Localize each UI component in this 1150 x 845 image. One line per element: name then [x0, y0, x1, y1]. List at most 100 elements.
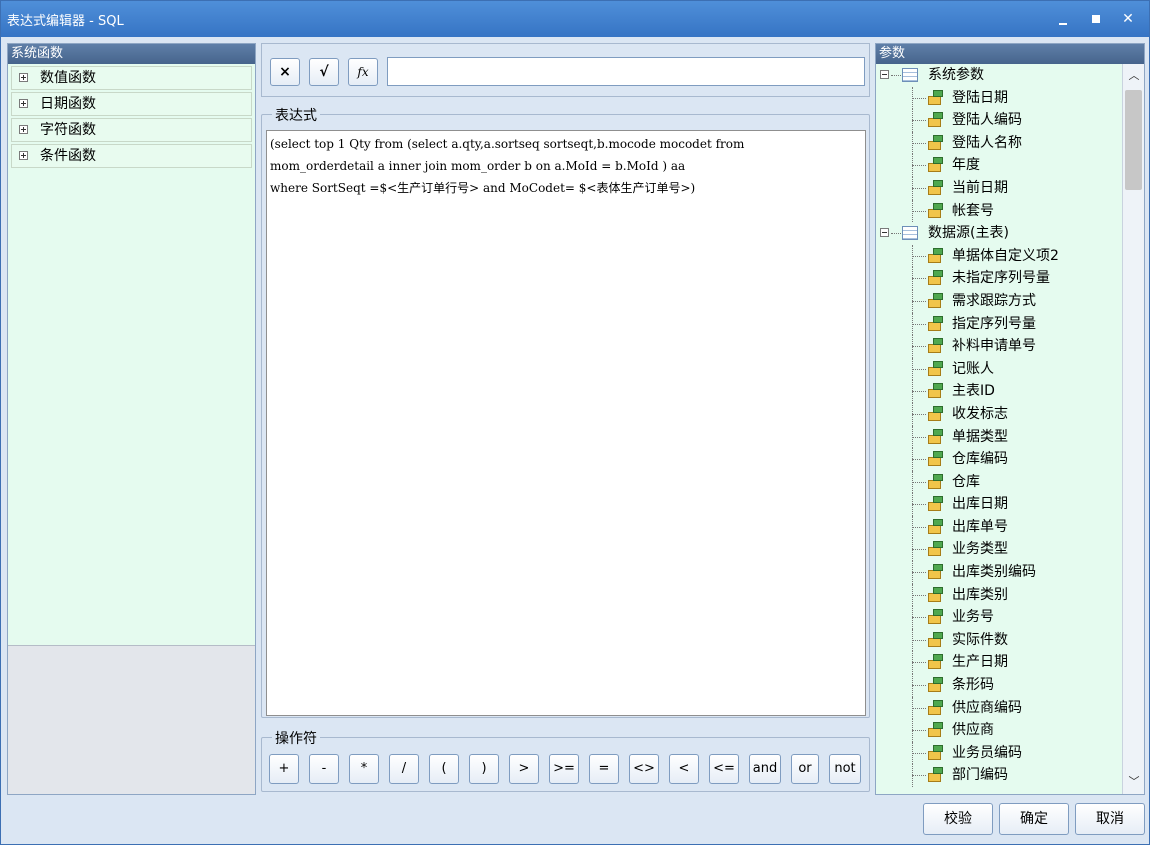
- tree-connector: [912, 662, 926, 664]
- fn-category-numeric[interactable]: 数值函数: [11, 66, 252, 90]
- parameter-icon: [926, 405, 944, 422]
- op-less-button[interactable]: <: [669, 754, 699, 784]
- param-item[interactable]: 部门编码: [876, 764, 1122, 787]
- param-group[interactable]: 系统参数: [876, 64, 1122, 87]
- fx-function-button[interactable]: fx: [348, 58, 378, 86]
- param-item-label: 业务员编码: [952, 744, 1022, 761]
- param-item[interactable]: 仓库编码: [876, 448, 1122, 471]
- parameters-scrollbar[interactable]: ︿ ﹀: [1122, 64, 1144, 794]
- param-item-label: 收发标志: [952, 405, 1008, 422]
- param-item[interactable]: 登陆日期: [876, 86, 1122, 110]
- param-item[interactable]: 业务号: [876, 606, 1122, 629]
- param-item[interactable]: 当前日期: [876, 176, 1122, 200]
- window-title: 表达式编辑器 - SQL: [7, 14, 124, 29]
- op-or-button[interactable]: or: [791, 754, 819, 784]
- parameter-icon: [926, 202, 944, 219]
- param-item[interactable]: 仓库: [876, 470, 1122, 494]
- param-item[interactable]: 条形码: [876, 674, 1122, 697]
- expand-plus-icon[interactable]: [19, 125, 28, 134]
- param-item[interactable]: 需求跟踪方式: [876, 289, 1122, 313]
- param-item[interactable]: 实际件数: [876, 628, 1122, 652]
- operators-group: 操作符 + - * / ( ) > >= = <> < <= and or no…: [261, 728, 870, 792]
- scroll-down-icon[interactable]: ﹀: [1128, 776, 1140, 788]
- formula-input[interactable]: [387, 57, 865, 86]
- op-minus-button[interactable]: -: [309, 754, 339, 784]
- param-item[interactable]: 出库类别: [876, 583, 1122, 607]
- collapse-minus-icon[interactable]: [880, 70, 889, 79]
- expand-plus-icon[interactable]: [19, 73, 28, 82]
- param-item[interactable]: 供应商编码: [876, 696, 1122, 720]
- param-item[interactable]: 补料申请单号: [876, 335, 1122, 358]
- expand-plus-icon[interactable]: [19, 151, 28, 160]
- close-button[interactable]: ✕: [1118, 9, 1138, 29]
- param-group[interactable]: 数据源(主表): [876, 222, 1122, 245]
- param-item[interactable]: 出库单号: [876, 515, 1122, 539]
- confirm-check-button[interactable]: √: [309, 58, 339, 86]
- parameters-tree: 系统参数登陆日期登陆人编码 登陆人名称年度当前日期帐套号数据源(主表) 单据体自定义…: [876, 64, 1122, 794]
- parameter-icon: [926, 767, 944, 783]
- op-lparen-button[interactable]: (: [429, 754, 459, 784]
- param-item[interactable]: 供应商: [876, 719, 1122, 742]
- expression-textarea[interactable]: [266, 130, 866, 716]
- param-item[interactable]: 记账人: [876, 357, 1122, 381]
- param-item[interactable]: 出库日期: [876, 493, 1122, 516]
- param-item[interactable]: 业务类型: [876, 538, 1122, 562]
- param-item-label: 单据类型: [952, 428, 1008, 445]
- parameters-panel: 参数 系统参数 登陆日期 登陆人编码 登陆人名称 年度 当前日期 帐套号 数据源(主表) 单据体…: [875, 43, 1145, 795]
- op-divide-button[interactable]: /: [389, 754, 419, 784]
- param-item-label: 指定序列号量: [952, 315, 1036, 332]
- tree-connector: [912, 504, 926, 506]
- param-item[interactable]: 单据类型: [876, 425, 1122, 449]
- op-greater-equal-button[interactable]: >=: [549, 754, 579, 784]
- param-item[interactable]: 单据体自定义项2: [876, 244, 1122, 268]
- parameter-icon: [926, 428, 944, 445]
- param-item[interactable]: 业务员编码: [876, 741, 1122, 765]
- op-less-equal-button[interactable]: <=: [709, 754, 739, 784]
- param-item[interactable]: 登陆人名称: [876, 131, 1122, 155]
- param-item[interactable]: 帐套号: [876, 199, 1122, 223]
- ok-button[interactable]: 确定: [999, 803, 1069, 835]
- parameter-icon: [926, 360, 944, 377]
- op-equal-button[interactable]: =: [589, 754, 619, 784]
- param-item-label: 条形码: [952, 677, 994, 694]
- param-item[interactable]: 收发标志: [876, 402, 1122, 426]
- cancel-button[interactable]: 取消: [1075, 803, 1145, 835]
- expand-plus-icon[interactable]: [19, 99, 28, 108]
- param-item-label: 业务类型: [952, 541, 1008, 558]
- fn-category-label: 字符函数: [40, 122, 96, 138]
- param-item-label: 年度: [952, 157, 980, 174]
- minimize-button[interactable]: [1053, 9, 1073, 29]
- param-item[interactable]: 主表ID: [876, 380, 1122, 403]
- op-not-equal-button[interactable]: <>: [629, 754, 659, 784]
- param-item[interactable]: 年度: [876, 154, 1122, 177]
- param-item-label: 登陆日期: [952, 89, 1008, 106]
- op-multiply-button[interactable]: *: [349, 754, 379, 784]
- tree-connector: [891, 233, 901, 235]
- param-item[interactable]: 未指定序列号量: [876, 267, 1122, 290]
- fn-category-condition[interactable]: 条件函数: [11, 144, 252, 168]
- clear-button[interactable]: ×: [270, 58, 300, 86]
- op-not-button[interactable]: not: [829, 754, 861, 784]
- fn-category-string[interactable]: 字符函数: [11, 118, 252, 142]
- op-and-button[interactable]: and: [749, 754, 781, 784]
- op-plus-button[interactable]: +: [269, 754, 299, 784]
- param-item[interactable]: 出库类别编码: [876, 561, 1122, 584]
- param-item-label: 帐套号: [952, 202, 994, 219]
- parameter-icon: [926, 89, 944, 106]
- param-item-label: 出库单号: [952, 518, 1008, 535]
- param-item[interactable]: 指定序列号量: [876, 312, 1122, 336]
- validate-button[interactable]: 校验: [923, 803, 993, 835]
- op-greater-button[interactable]: >: [509, 754, 539, 784]
- collapse-minus-icon[interactable]: [880, 228, 889, 238]
- scrollbar-thumb[interactable]: [1125, 90, 1142, 190]
- param-item[interactable]: 生产日期: [876, 651, 1122, 675]
- op-rparen-button[interactable]: ): [469, 754, 499, 784]
- scroll-up-icon[interactable]: ︿: [1128, 70, 1140, 82]
- tree-connector: [912, 526, 926, 528]
- param-item[interactable]: 登陆人编码: [876, 109, 1122, 132]
- parameter-icon: [926, 179, 944, 196]
- fn-category-date[interactable]: 日期函数: [11, 92, 252, 116]
- table-icon: [902, 226, 918, 241]
- maximize-button[interactable]: [1086, 9, 1106, 29]
- tree-connector: [912, 707, 926, 709]
